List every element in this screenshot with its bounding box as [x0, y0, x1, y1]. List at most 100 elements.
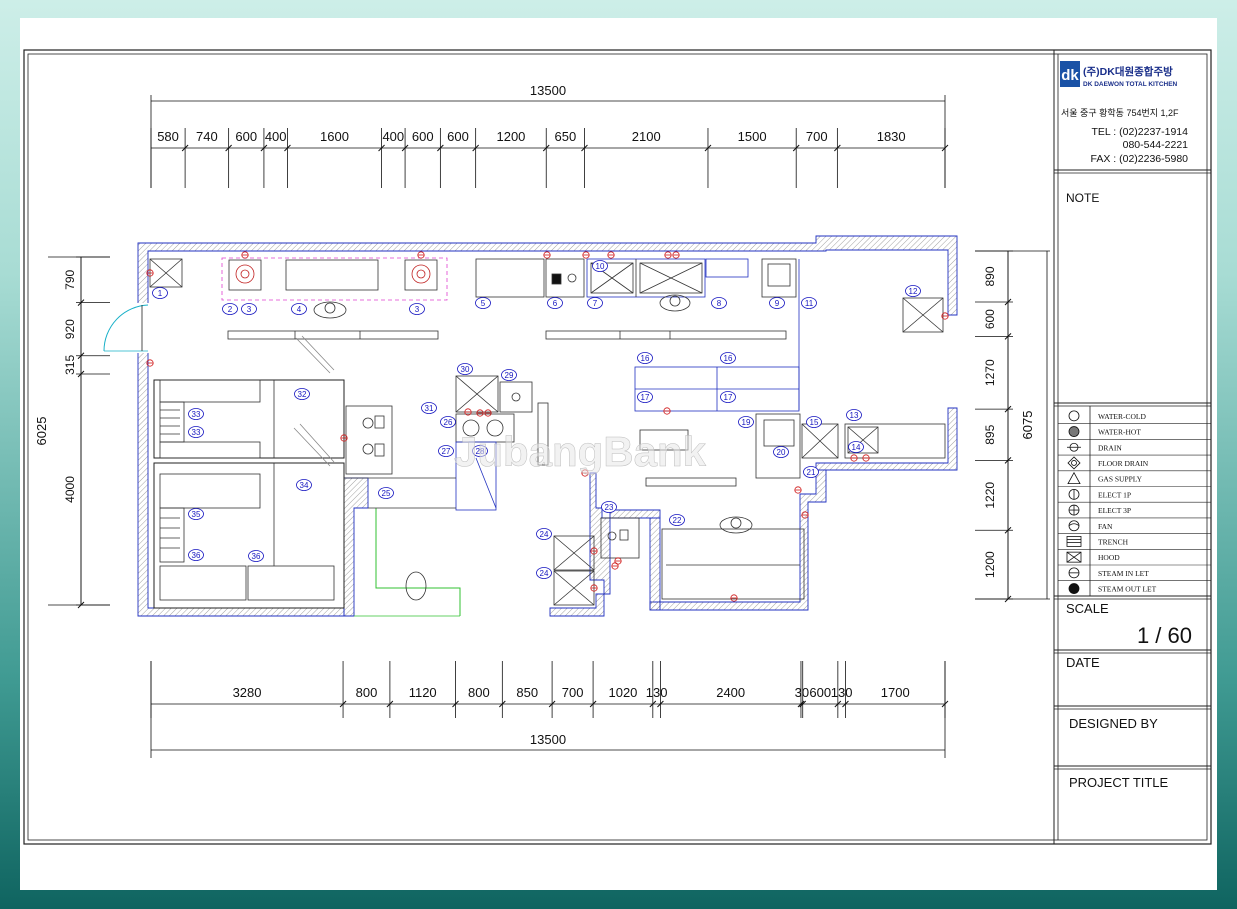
- date-label: DATE: [1066, 655, 1100, 670]
- top-dim-8: 1200: [496, 129, 525, 144]
- equipment-number: 27: [442, 447, 451, 456]
- company-tel: TEL : (02)2237-1914: [1091, 126, 1188, 138]
- legend-label-5: ELECT 1P: [1098, 490, 1131, 499]
- top-dim-6: 600: [412, 129, 434, 144]
- right-dim-1: 600: [983, 309, 997, 329]
- top-dim-1: 740: [196, 129, 218, 144]
- equipment-number: 22: [673, 516, 682, 525]
- right-dim-4: 1220: [983, 482, 997, 509]
- top-dim-5: 400: [382, 129, 404, 144]
- bottom-dim-5: 700: [562, 685, 584, 700]
- top-dimension-segments: 580 740 600 400 1600 400 600 600 1200 650 2100 1500…: [150, 128, 949, 188]
- equipment-number: 12: [909, 287, 918, 296]
- bottom-dim-9: 30: [795, 685, 809, 700]
- steam-out-let-icon: [1068, 583, 1080, 594]
- company-address: 서울 중구 황학동 754번지 1,2F: [1061, 108, 1179, 118]
- company-tel2: 080-544-2221: [1123, 139, 1189, 151]
- equipment-number: 36: [192, 551, 201, 560]
- equipment-number: 19: [742, 418, 751, 427]
- bottom-dim-0: 3280: [233, 685, 262, 700]
- equipment-number: 13: [850, 411, 859, 420]
- top-dim-2: 600: [235, 129, 257, 144]
- legend-label-8: TRENCH: [1098, 537, 1129, 546]
- equipment-number: 33: [192, 410, 201, 419]
- company-name-en: DK DAEWON TOTAL KITCHEN: [1083, 81, 1178, 88]
- left-dim-0: 790: [63, 269, 77, 289]
- legend-label-0: WATER-COLD: [1098, 412, 1146, 421]
- equipment-number: 20: [777, 448, 786, 457]
- bottom-dim-1: 800: [356, 685, 378, 700]
- left-dimension-segments: 790 920 315 4000: [63, 256, 110, 609]
- bottom-dim-7: 130: [646, 685, 668, 700]
- equipment-number: 24: [540, 530, 549, 539]
- building-walls: [103, 235, 958, 617]
- top-total-dimension: 13500: [530, 83, 566, 98]
- designed-by-label: DESIGNED BY: [1069, 716, 1158, 731]
- equipment-number: 30: [461, 365, 470, 374]
- legend-label-9: HOOD: [1098, 553, 1120, 562]
- equipment-number: 5: [481, 299, 486, 308]
- equipment-number: 1: [158, 289, 163, 298]
- equipment-number: 21: [807, 468, 816, 477]
- scale-label: SCALE: [1066, 601, 1109, 616]
- equipment-number: 10: [596, 262, 605, 271]
- top-dim-13: 1830: [877, 129, 906, 144]
- right-dim-2: 1270: [983, 359, 997, 386]
- logo-text: dk: [1061, 67, 1079, 84]
- water-cold-icon: [1068, 410, 1080, 422]
- legend-label-10: STEAM IN LET: [1098, 569, 1149, 578]
- equipment-number: 32: [298, 390, 307, 399]
- watermark: JubangBank: [454, 428, 707, 475]
- top-dim-12: 700: [806, 129, 828, 144]
- equipment-number: 26: [444, 418, 453, 427]
- equipment-number: 4: [297, 305, 302, 314]
- equipment-number: 11: [805, 299, 814, 308]
- equipment-number: 3: [415, 305, 420, 314]
- title-block: dk (주)DK대원종합주방 DK DAEWON TOTAL KITCHEN 서…: [1054, 61, 1211, 790]
- equipment-number: 16: [641, 354, 650, 363]
- elect-3p-icon: [1068, 504, 1080, 516]
- left-dim-3: 4000: [63, 476, 77, 503]
- bottom-dim-8: 2400: [716, 685, 745, 700]
- scale-value: 1 / 60: [1137, 623, 1192, 648]
- legend-label-4: GAS SUPPLY: [1098, 475, 1143, 484]
- legend-label-1: WATER-HOT: [1098, 428, 1141, 437]
- equipment-number: 31: [425, 404, 434, 413]
- top-dim-0: 580: [157, 129, 179, 144]
- equipment-number: 7: [593, 299, 598, 308]
- equipment-number: 35: [192, 510, 201, 519]
- legend-label-2: DRAIN: [1098, 443, 1122, 452]
- bottom-dim-10: 600: [809, 685, 831, 700]
- equipment-number: 34: [300, 481, 309, 490]
- top-dim-3: 400: [265, 129, 287, 144]
- equipment-number: 17: [724, 393, 733, 402]
- left-dim-1: 920: [63, 319, 77, 339]
- equipment-number: 33: [192, 428, 201, 437]
- hood-icon: [1066, 551, 1082, 563]
- top-dim-4: 1600: [320, 129, 349, 144]
- right-dim-3: 895: [983, 424, 997, 444]
- equipment-number: 2: [228, 305, 233, 314]
- legend-label-3: FLOOR DRAIN: [1098, 459, 1149, 468]
- top-dim-7: 600: [447, 129, 469, 144]
- equipment-number: 25: [382, 489, 391, 498]
- gas-supply-icon: [1067, 471, 1081, 485]
- legend-label-11: STEAM OUT LET: [1098, 585, 1157, 594]
- bottom-dim-2: 1120: [409, 685, 437, 700]
- trench-icon: [1066, 536, 1082, 547]
- bottom-dim-6: 1020: [608, 685, 637, 700]
- equipment-number: 23: [605, 503, 614, 512]
- water-hot-icon: [1068, 426, 1080, 437]
- elect-1p-icon: [1068, 488, 1080, 500]
- equipment-number: 29: [505, 371, 514, 380]
- project-title-label: PROJECT TITLE: [1069, 775, 1169, 790]
- bottom-dim-3: 800: [468, 685, 490, 700]
- top-dim-9: 650: [554, 129, 576, 144]
- legend-label-6: ELECT 3P: [1098, 506, 1131, 515]
- drain-icon: [1067, 442, 1081, 452]
- bottom-dim-11: 130: [831, 685, 853, 700]
- bottom-dim-12: 1700: [881, 685, 910, 700]
- drawing-sheet: dk (주)DK대원종합주방 DK DAEWON TOTAL KITCHEN 서…: [20, 18, 1217, 890]
- floor-drain-icon: [1067, 456, 1081, 470]
- right-total-dimension: 6075: [1020, 411, 1035, 440]
